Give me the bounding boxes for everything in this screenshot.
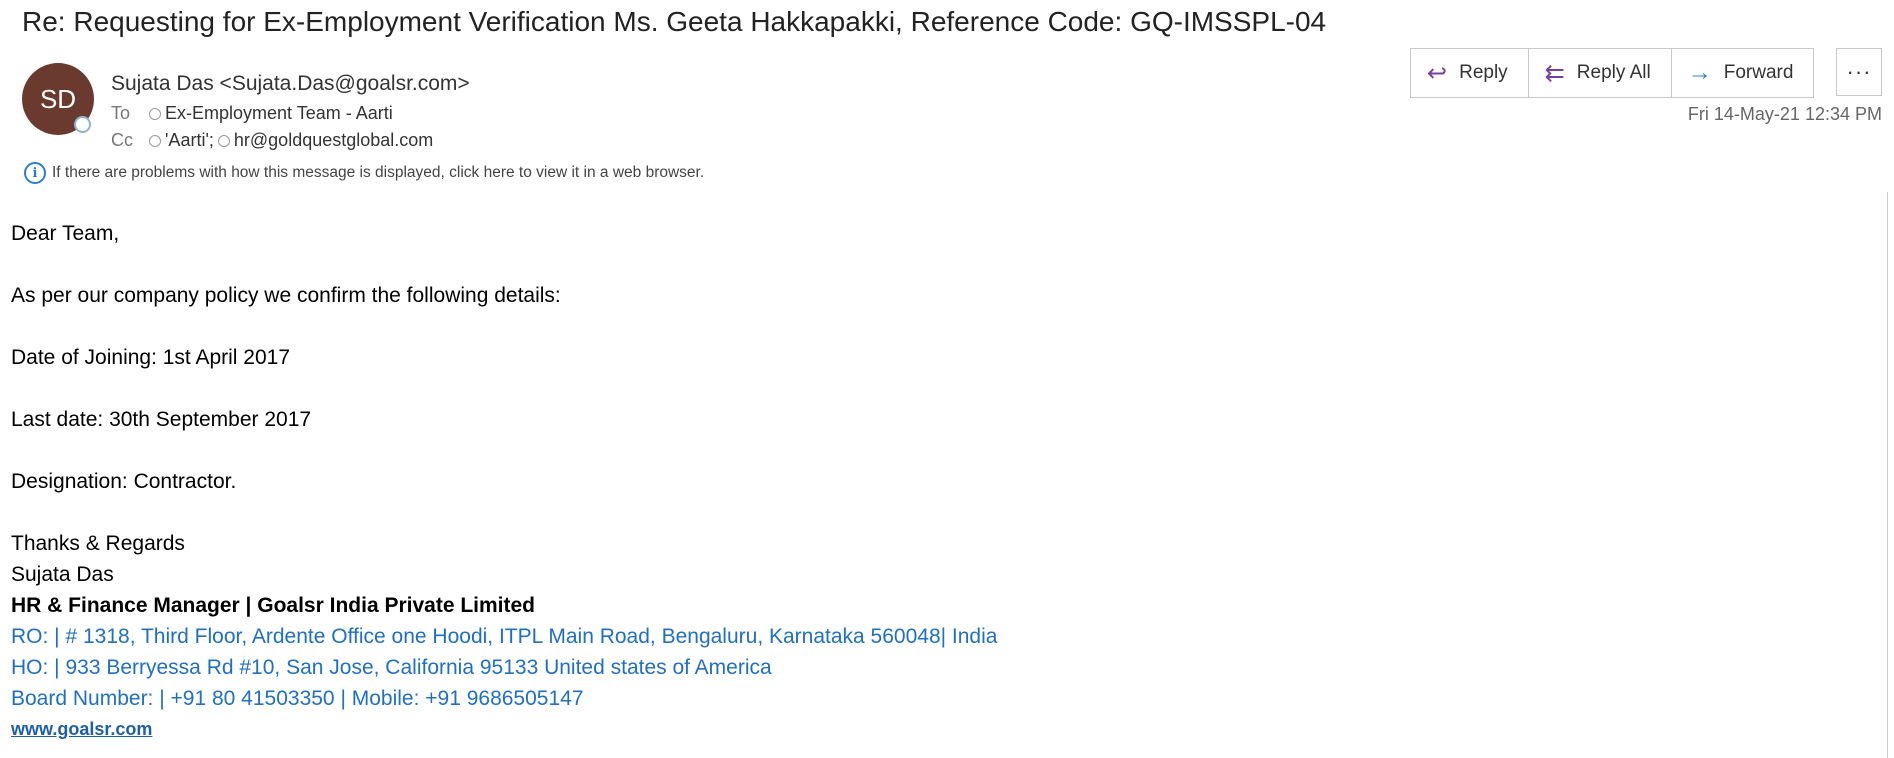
body-designation: Designation: Contractor. — [11, 470, 237, 493]
body-last-date: Last date: 30th September 2017 — [11, 408, 312, 431]
ellipsis-icon: ··· — [1846, 59, 1872, 84]
to-row: To Ex-Employment Team - Aarti — [111, 103, 393, 124]
message-date: Fri 14-May-21 12:34 PM — [1687, 104, 1882, 124]
reply-label: Reply — [1459, 62, 1508, 83]
reply-all-label: Reply All — [1576, 62, 1651, 83]
presence-status-icon — [74, 116, 91, 133]
body-joining-date: Date of Joining: 1st April 2017 — [11, 346, 291, 369]
cc-label: Cc — [111, 130, 133, 150]
reply-all-arrow-icon: ⇇ — [1544, 59, 1565, 87]
body-intro: As per our company policy we confirm the… — [11, 284, 561, 307]
to-label: To — [111, 103, 131, 123]
signature-ho-address: HO: | 933 Berryessa Rd #10, San Jose, Ca… — [11, 656, 772, 679]
email-subject: Re: Requesting for Ex-Employment Verific… — [22, 6, 1327, 37]
cc-recipient[interactable]: 'Aarti'; — [165, 130, 214, 151]
info-icon: i — [24, 162, 46, 184]
signature-ro-address: RO: | # 1318, Third Floor, Ardente Offic… — [11, 625, 998, 648]
body-greeting: Dear Team, — [11, 222, 120, 245]
forward-arrow-icon: → — [1687, 59, 1712, 86]
more-actions-button[interactable]: ··· — [1836, 48, 1882, 96]
reply-button[interactable]: ↩ Reply — [1411, 49, 1529, 97]
recipient-status-icon — [149, 134, 161, 147]
cc-recipient[interactable]: hr@goldquestglobal.com — [234, 130, 433, 151]
forward-label: Forward — [1723, 62, 1794, 83]
forward-button[interactable]: → Forward — [1672, 49, 1814, 97]
scrollbar[interactable] — [1887, 192, 1894, 758]
sender[interactable]: Sujata Das <Sujata.Das@goalsr.com> — [111, 72, 470, 96]
reply-all-button[interactable]: ⇇ Reply All — [1529, 49, 1672, 97]
to-recipient[interactable]: Ex-Employment Team - Aarti — [165, 103, 393, 124]
cc-row: Cc 'Aarti'; hr@goldquestglobal.com — [111, 130, 433, 151]
recipient-status-icon — [217, 134, 230, 147]
signature-phone: Board Number: | +91 80 41503350 | Mobile… — [11, 687, 584, 710]
signature-website-link[interactable]: www.goalsr.com — [11, 714, 997, 745]
signature-title: HR & Finance Manager | Goalsr India Priv… — [11, 594, 536, 617]
message-body: Dear Team, As per our company policy we … — [11, 218, 997, 745]
avatar-initials: SD — [39, 83, 77, 114]
body-closing: Thanks & Regards — [11, 532, 185, 555]
signature-name: Sujata Das — [11, 563, 114, 586]
display-info-bar[interactable]: i If there are problems with how this me… — [24, 162, 704, 184]
recipient-status-icon — [149, 107, 161, 120]
reply-arrow-icon: ↩ — [1427, 59, 1448, 87]
message-actions-toolbar: ↩ Reply ⇇ Reply All → Forward — [1410, 48, 1815, 98]
info-message[interactable]: If there are problems with how this mess… — [52, 164, 704, 182]
